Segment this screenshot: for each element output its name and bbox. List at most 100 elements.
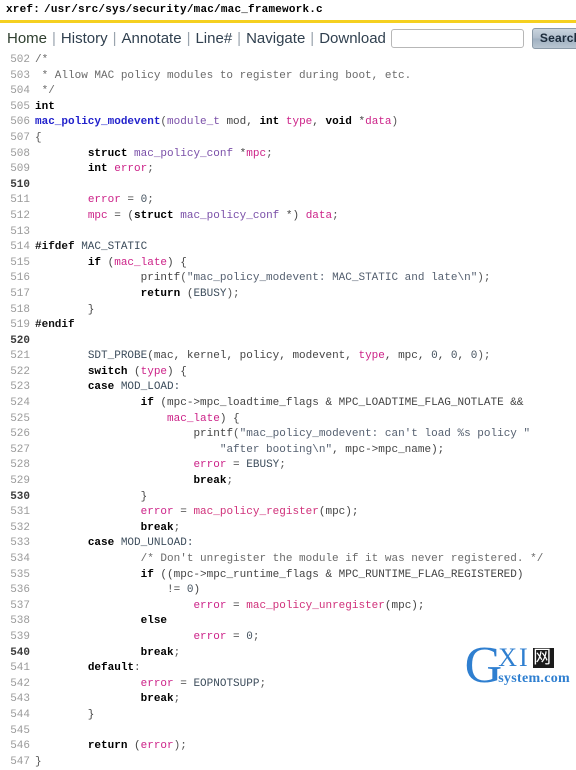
code-token[interactable]: type [286,116,312,128]
line-number[interactable]: 517 [0,287,30,303]
code-line: 535 if ((mpc->mpc_runtime_flags & MPC_RU… [0,568,576,584]
code-token[interactable]: error [141,506,174,518]
code-token[interactable]: mac_policy_conf [134,148,233,160]
nav-annotate[interactable]: Annotate [121,30,183,47]
code-token[interactable]: mac_policy_modevent [35,116,160,128]
line-number[interactable]: 510 [0,178,30,194]
code-token: , mpc->mpc_name); [332,443,445,456]
line-number[interactable]: 544 [0,708,30,724]
line-number[interactable]: 529 [0,474,30,490]
code-token[interactable]: error [193,631,226,643]
line-number[interactable]: 546 [0,739,30,755]
line-number[interactable]: 503 [0,69,30,85]
line-number[interactable]: 520 [0,334,30,350]
line-number[interactable]: 516 [0,271,30,287]
line-number[interactable]: 542 [0,677,30,693]
code-token: "mac_policy_modevent: can't load %s poli… [239,428,531,441]
code-token: EBUSY [246,459,280,472]
line-number[interactable]: 532 [0,521,30,537]
line-number[interactable]: 511 [0,193,30,209]
line-number[interactable]: 543 [0,692,30,708]
code-token[interactable]: type [358,350,384,362]
code-line: 518 } [0,303,576,319]
code-token: ); [477,350,491,363]
nav-linenumber[interactable]: Line# [194,30,233,47]
line-number[interactable]: 537 [0,599,30,615]
code-token[interactable]: module_t [167,116,220,128]
line-number[interactable]: 518 [0,303,30,319]
code-token[interactable]: mpc [88,210,108,222]
code-token: { [35,131,42,144]
line-number[interactable]: 507 [0,131,30,147]
code-token[interactable]: mac_policy_unregister [246,600,385,612]
line-number[interactable]: 521 [0,349,30,365]
line-number[interactable]: 541 [0,661,30,677]
line-number[interactable]: 519 [0,318,30,334]
code-token[interactable]: error [114,163,147,175]
line-number[interactable]: 538 [0,614,30,630]
nav-history[interactable]: History [60,30,109,47]
nav-download[interactable]: Download [318,30,387,47]
search-input[interactable] [390,28,524,48]
nav-home[interactable]: Home [6,30,48,47]
line-number[interactable]: 524 [0,396,30,412]
line-number[interactable]: 547 [0,755,30,770]
code-line: 524 if (mpc->mpc_loadtime_flags & MPC_LO… [0,396,576,412]
code-token[interactable]: mac_late [167,413,220,425]
line-number[interactable]: 533 [0,536,30,552]
line-number[interactable]: 504 [0,84,30,100]
code-token[interactable]: error [88,194,121,206]
line-number[interactable]: 531 [0,505,30,521]
code-token[interactable]: type [141,366,167,378]
line-number[interactable]: 530 [0,490,30,506]
line-number[interactable]: 506 [0,115,30,131]
code-token: "mac_policy_modevent: MAC_STATIC and lat… [186,272,478,285]
line-number[interactable]: 505 [0,100,30,116]
line-number[interactable]: 513 [0,225,30,241]
line-number[interactable]: 545 [0,724,30,740]
line-number[interactable]: 525 [0,412,30,428]
line-number[interactable]: 512 [0,209,30,225]
line-number[interactable]: 502 [0,53,30,69]
line-number[interactable]: 527 [0,443,30,459]
line-number[interactable]: 536 [0,583,30,599]
line-number[interactable]: 515 [0,256,30,272]
line-number[interactable]: 523 [0,380,30,396]
line-number[interactable]: 526 [0,427,30,443]
code-token[interactable]: mac_policy_conf [180,210,279,222]
line-number[interactable]: 540 [0,646,30,662]
code-token: } [35,755,42,768]
code-token[interactable]: error [193,459,226,471]
code-token[interactable]: data [306,210,332,222]
code-token[interactable]: mac_policy_register [193,506,318,518]
nav-navigate[interactable]: Navigate [245,30,306,47]
line-number[interactable]: 508 [0,147,30,163]
code-token: , [457,350,471,363]
code-token: ; [226,475,234,488]
line-number[interactable]: 539 [0,630,30,646]
line-number[interactable]: 535 [0,568,30,584]
line-number[interactable]: 514 [0,240,30,256]
code-token[interactable]: error [193,600,226,612]
code-line: 521 SDT_PROBE(mac, kernel, policy, modev… [0,349,576,365]
code-token[interactable]: mpc [246,148,266,160]
line-number[interactable]: 509 [0,162,30,178]
code-token[interactable]: data [365,116,391,128]
code-token[interactable]: error [141,678,174,690]
search-button[interactable]: Search [531,27,576,49]
line-number[interactable]: 528 [0,458,30,474]
code-line: 530 } [0,490,576,506]
code-token[interactable]: mac_late [114,257,167,269]
code-token: void [325,116,352,129]
line-number[interactable]: 534 [0,552,30,568]
code-token: EOPNOTSUPP [193,677,260,690]
code-token[interactable]: error [141,740,174,752]
code-token: if [140,397,154,410]
line-number[interactable]: 522 [0,365,30,381]
code-token: mod, [219,116,260,129]
